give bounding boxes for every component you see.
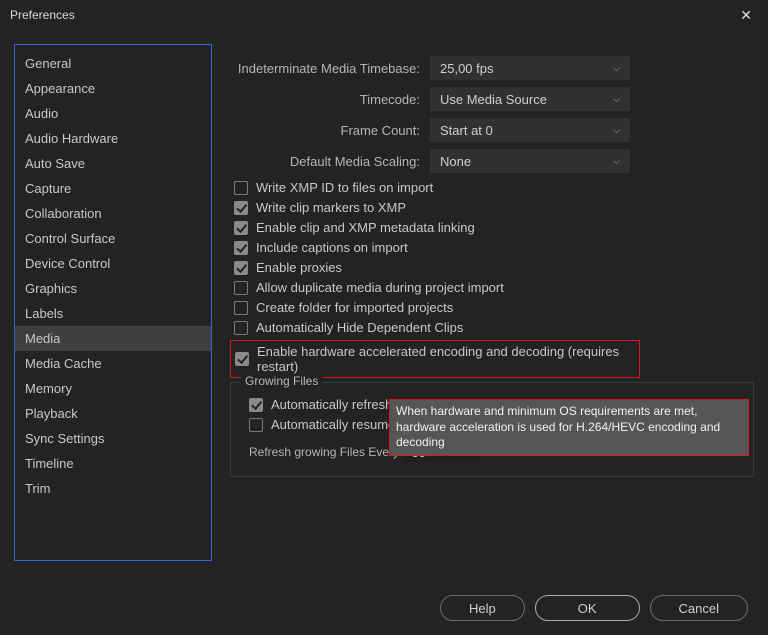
chevron-down-icon: ⌵ bbox=[613, 156, 620, 167]
sidebar-item-timeline[interactable]: Timeline bbox=[15, 451, 211, 476]
timecode-label: Timecode: bbox=[230, 92, 420, 107]
chevron-down-icon: ⌵ bbox=[613, 125, 620, 136]
checkbox-icon bbox=[234, 201, 248, 215]
check-label: Enable clip and XMP metadata linking bbox=[256, 220, 475, 235]
check-proxies[interactable]: Enable proxies bbox=[234, 260, 754, 275]
checkbox-icon bbox=[249, 398, 263, 412]
sidebar-item-labels[interactable]: Labels bbox=[15, 301, 211, 326]
refresh-prefix: Refresh growing Files Every bbox=[249, 445, 399, 459]
check-hide-dep[interactable]: Automatically Hide Dependent Clips bbox=[234, 320, 754, 335]
cancel-button[interactable]: Cancel bbox=[650, 595, 748, 621]
check-label: Create folder for imported projects bbox=[256, 300, 453, 315]
sidebar-item-sync-settings[interactable]: Sync Settings bbox=[15, 426, 211, 451]
sidebar-item-auto-save[interactable]: Auto Save bbox=[15, 151, 211, 176]
sidebar-item-device-control[interactable]: Device Control bbox=[15, 251, 211, 276]
ok-button[interactable]: OK bbox=[535, 595, 640, 621]
check-label: Write XMP ID to files on import bbox=[256, 180, 433, 195]
scaling-label: Default Media Scaling: bbox=[230, 154, 420, 169]
check-label: Enable proxies bbox=[256, 260, 342, 275]
check-label: Enable hardware accelerated encoding and… bbox=[257, 344, 635, 374]
check-dup-media[interactable]: Allow duplicate media during project imp… bbox=[234, 280, 754, 295]
scaling-dropdown[interactable]: None ⌵ bbox=[430, 149, 630, 173]
chevron-down-icon: ⌵ bbox=[613, 63, 620, 74]
sidebar-item-playback[interactable]: Playback bbox=[15, 401, 211, 426]
check-label: Write clip markers to XMP bbox=[256, 200, 406, 215]
check-label: Automatically Hide Dependent Clips bbox=[256, 320, 463, 335]
checkbox-icon bbox=[234, 321, 248, 335]
checkbox-icon bbox=[234, 241, 248, 255]
hw-accel-highlight: Enable hardware accelerated encoding and… bbox=[230, 340, 640, 378]
check-label: Allow duplicate media during project imp… bbox=[256, 280, 504, 295]
footer-buttons: Help OK Cancel bbox=[440, 595, 748, 621]
check-hw-accel[interactable]: Enable hardware accelerated encoding and… bbox=[235, 344, 635, 374]
sidebar-item-control-surface[interactable]: Control Surface bbox=[15, 226, 211, 251]
check-captions[interactable]: Include captions on import bbox=[234, 240, 754, 255]
sidebar-item-trim[interactable]: Trim bbox=[15, 476, 211, 501]
sidebar-item-graphics[interactable]: Graphics bbox=[15, 276, 211, 301]
sidebar-item-media-cache[interactable]: Media Cache bbox=[15, 351, 211, 376]
timebase-label: Indeterminate Media Timebase: bbox=[230, 61, 420, 76]
main-panel: Indeterminate Media Timebase: 25,00 fps … bbox=[230, 44, 754, 561]
timecode-value: Use Media Source bbox=[440, 92, 547, 107]
sidebar-item-media[interactable]: Media bbox=[15, 326, 211, 351]
sidebar-item-audio-hardware[interactable]: Audio Hardware bbox=[15, 126, 211, 151]
check-label: Include captions on import bbox=[256, 240, 408, 255]
sidebar-item-general[interactable]: General bbox=[15, 51, 211, 76]
help-button[interactable]: Help bbox=[440, 595, 525, 621]
checkbox-icon bbox=[234, 261, 248, 275]
sidebar-item-audio[interactable]: Audio bbox=[15, 101, 211, 126]
timebase-value: 25,00 fps bbox=[440, 61, 494, 76]
framecount-dropdown[interactable]: Start at 0 ⌵ bbox=[430, 118, 630, 142]
timebase-dropdown[interactable]: 25,00 fps ⌵ bbox=[430, 56, 630, 80]
sidebar-item-appearance[interactable]: Appearance bbox=[15, 76, 211, 101]
fieldset-title: Growing Files bbox=[241, 374, 322, 388]
check-metadata-link[interactable]: Enable clip and XMP metadata linking bbox=[234, 220, 754, 235]
timecode-dropdown[interactable]: Use Media Source ⌵ bbox=[430, 87, 630, 111]
checkbox-icon bbox=[249, 418, 263, 432]
checkbox-icon bbox=[234, 221, 248, 235]
checkbox-icon bbox=[234, 181, 248, 195]
framecount-label: Frame Count: bbox=[230, 123, 420, 138]
sidebar-item-memory[interactable]: Memory bbox=[15, 376, 211, 401]
checkbox-icon bbox=[234, 301, 248, 315]
scaling-value: None bbox=[440, 154, 471, 169]
checkbox-icon bbox=[235, 352, 249, 366]
check-create-folder[interactable]: Create folder for imported projects bbox=[234, 300, 754, 315]
chevron-down-icon: ⌵ bbox=[613, 94, 620, 105]
close-icon[interactable]: ✕ bbox=[734, 3, 758, 28]
sidebar-item-collaboration[interactable]: Collaboration bbox=[15, 201, 211, 226]
sidebar-item-capture[interactable]: Capture bbox=[15, 176, 211, 201]
checkbox-icon bbox=[234, 281, 248, 295]
sidebar: GeneralAppearanceAudioAudio HardwareAuto… bbox=[14, 44, 212, 561]
check-xmp-id[interactable]: Write XMP ID to files on import bbox=[234, 180, 754, 195]
check-clip-markers[interactable]: Write clip markers to XMP bbox=[234, 200, 754, 215]
titlebar: Preferences ✕ bbox=[0, 0, 768, 30]
window-title: Preferences bbox=[10, 8, 75, 22]
framecount-value: Start at 0 bbox=[440, 123, 493, 138]
hw-accel-tooltip: When hardware and minimum OS requirement… bbox=[389, 399, 749, 456]
